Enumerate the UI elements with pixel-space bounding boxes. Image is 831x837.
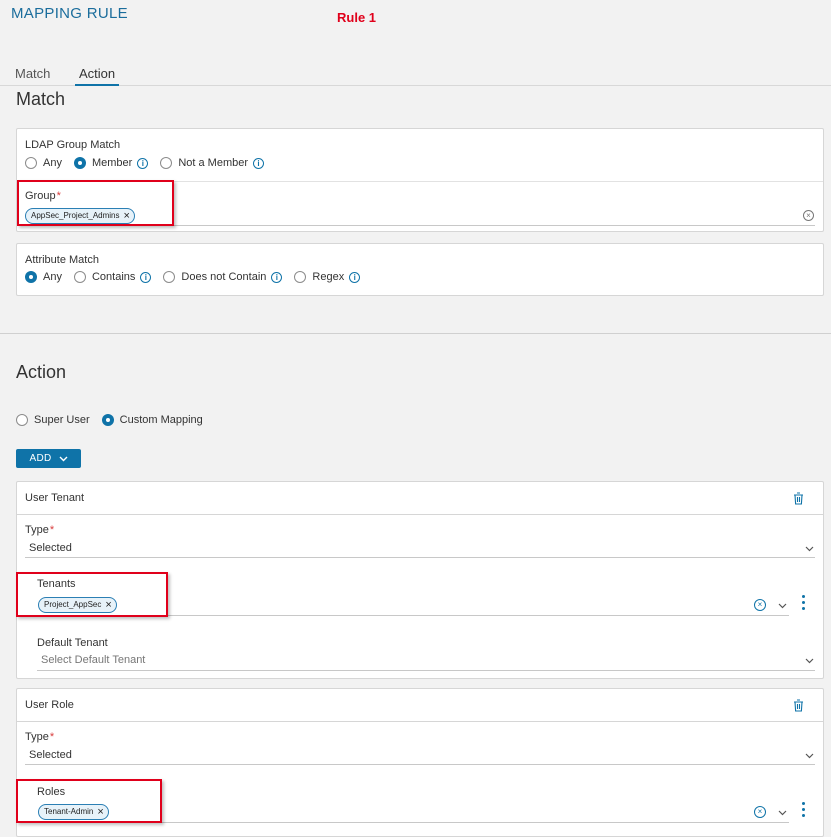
section-divider <box>0 333 831 334</box>
attribute-option-any[interactable]: Any <box>25 271 62 283</box>
user-tenant-title: User Tenant <box>25 492 85 504</box>
radio-icon <box>25 157 37 169</box>
info-icon[interactable]: i <box>271 271 283 283</box>
clear-icon[interactable]: × <box>803 210 814 221</box>
tab-bar: Match Action <box>0 64 831 86</box>
chevron-down-icon[interactable] <box>805 658 814 664</box>
attribute-match-label: Attribute Match <box>25 254 99 266</box>
ldap-radio-group: Any Member i Not a Member i <box>25 157 276 169</box>
action-heading: Action <box>16 362 67 382</box>
tenant-type-label: Type* <box>25 524 55 536</box>
tenant-type-select[interactable]: Selected <box>29 542 72 554</box>
user-role-header: User Role <box>17 689 823 722</box>
info-icon[interactable]: i <box>349 271 361 283</box>
attribute-radio-group: Any Contains i Does not Contain i Regex … <box>25 271 372 283</box>
attribute-option-contains[interactable]: Contains i <box>73 271 152 283</box>
attribute-option-regex[interactable]: Regex i <box>294 271 361 283</box>
chevron-down-icon[interactable] <box>778 810 787 816</box>
tab-match[interactable]: Match <box>15 66 50 85</box>
mode-option-super-user[interactable]: Super User <box>16 414 90 426</box>
clear-icon[interactable]: × <box>754 599 766 611</box>
radio-icon <box>160 157 173 169</box>
info-icon[interactable]: i <box>253 157 265 169</box>
action-mode-radio-group: Super User Custom Mapping <box>16 414 215 426</box>
rule-label: Rule 1 <box>337 10 377 25</box>
radio-checked-icon <box>25 271 37 283</box>
radio-checked-icon <box>101 414 114 426</box>
radio-icon <box>163 271 176 283</box>
radio-icon <box>294 271 307 283</box>
trash-icon[interactable] <box>793 699 804 712</box>
highlight-box-tenants <box>16 572 168 617</box>
highlight-box-roles <box>16 779 162 823</box>
role-type-underline <box>25 764 815 765</box>
kebab-icon[interactable] <box>802 802 806 820</box>
chevron-down-icon <box>59 456 67 461</box>
radio-checked-icon <box>73 157 86 169</box>
kebab-icon[interactable] <box>802 595 806 613</box>
highlight-box-group <box>17 180 174 226</box>
ldap-option-any[interactable]: Any <box>25 157 62 169</box>
info-icon[interactable]: i <box>140 271 152 283</box>
radio-icon <box>16 414 28 426</box>
attribute-option-does-not-contain[interactable]: Does not Contain i <box>163 271 283 283</box>
default-tenant-underline <box>37 670 815 671</box>
info-icon[interactable]: i <box>137 157 149 169</box>
ldap-option-member[interactable]: Member i <box>73 157 149 169</box>
trash-icon[interactable] <box>793 492 804 505</box>
chevron-down-icon[interactable] <box>805 753 814 759</box>
clear-icon[interactable]: × <box>754 806 766 818</box>
ldap-group-match-label: LDAP Group Match <box>25 139 121 151</box>
mode-option-custom-mapping[interactable]: Custom Mapping <box>101 414 203 426</box>
user-tenant-header: User Tenant <box>17 482 823 515</box>
ldap-option-not-member[interactable]: Not a Member i <box>160 157 265 169</box>
tenant-type-underline <box>25 557 815 558</box>
chevron-down-icon[interactable] <box>778 603 787 609</box>
attribute-match-card: Attribute Match Any Contains i Does not … <box>16 243 824 296</box>
match-heading: Match <box>16 89 66 109</box>
chevron-down-icon[interactable] <box>805 546 814 552</box>
role-type-select[interactable]: Selected <box>29 749 72 761</box>
page-title: MAPPING RULE <box>11 5 128 22</box>
default-tenant-label: Default Tenant <box>37 637 108 649</box>
tab-action[interactable]: Action <box>75 66 120 86</box>
role-type-label: Type* <box>25 731 55 743</box>
default-tenant-select[interactable]: Select Default Tenant <box>41 654 145 666</box>
radio-icon <box>73 271 86 283</box>
add-button[interactable]: ADD <box>16 449 81 468</box>
user-role-title: User Role <box>25 699 74 711</box>
